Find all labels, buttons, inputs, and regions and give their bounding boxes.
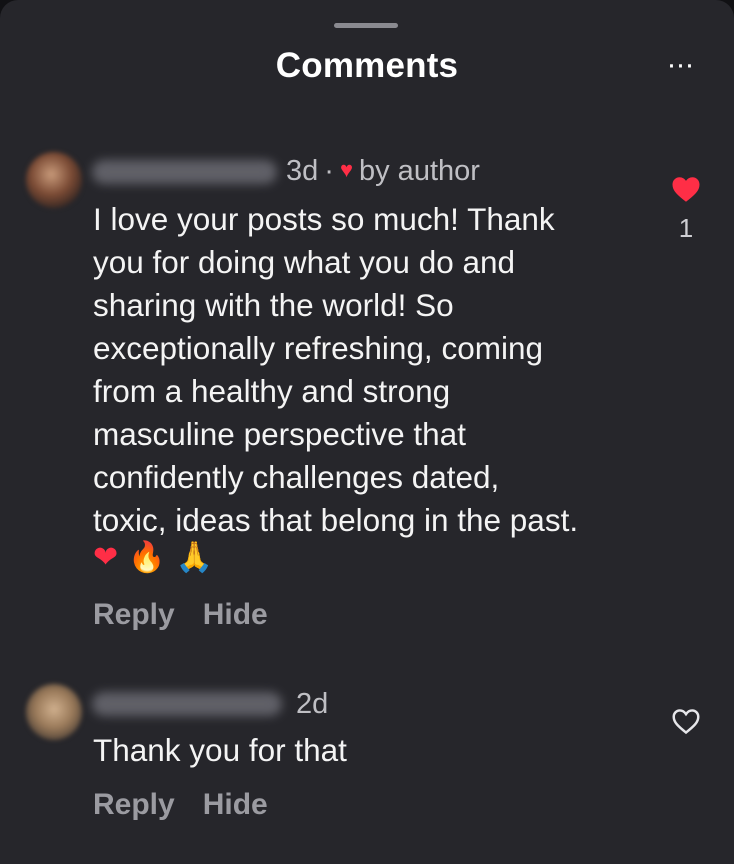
- comment-text: Thank you for that: [93, 729, 347, 772]
- hide-button[interactable]: Hide: [203, 788, 268, 821]
- avatar[interactable]: [26, 152, 82, 208]
- comment-text-line: exceptionally refreshing, coming: [93, 330, 543, 366]
- timestamp: 3d: [286, 155, 319, 187]
- heart-outline-icon[interactable]: [671, 708, 701, 735]
- comment-text-line: I love your posts so much! Thank: [93, 201, 555, 237]
- more-options-icon[interactable]: ···: [660, 50, 700, 90]
- comment-meta: 2d: [296, 688, 328, 721]
- comment-text-line: you for doing what you do and: [93, 244, 516, 280]
- folded-hands-emoji: 🙏: [175, 541, 223, 574]
- comment-text-line: Thank you for that: [93, 732, 347, 768]
- like-count: 1: [678, 213, 694, 243]
- liked-by-author-label: by author: [359, 155, 480, 187]
- comment-text-line: toxic, ideas that belong in the past.: [93, 502, 579, 538]
- comment-text-line: confidently challenges dated,: [93, 459, 500, 495]
- meta-separator: ·: [324, 155, 334, 187]
- comment-actions: Reply Hide: [93, 598, 268, 632]
- comment-text-line: masculine perspective that: [93, 416, 466, 452]
- fire-emoji: 🔥: [128, 541, 176, 574]
- emoji-row: ❤🔥🙏: [93, 540, 223, 575]
- heart-filled-icon[interactable]: [671, 176, 701, 203]
- comment-text-line: sharing with the world! So: [93, 287, 454, 323]
- comment-text: I love your posts so much! Thank you for…: [93, 198, 578, 542]
- avatar[interactable]: [26, 684, 82, 740]
- comment-meta: 3d · ♥ by author: [286, 155, 480, 188]
- hide-button[interactable]: Hide: [203, 598, 268, 631]
- comments-sheet: Comments ··· 3d · ♥ by author I love your p…: [0, 0, 734, 864]
- heart-icon: ♥: [339, 157, 353, 182]
- username-blurred[interactable]: [92, 692, 282, 716]
- like-control: 1: [666, 176, 706, 244]
- like-control: [666, 708, 706, 735]
- red-heart-emoji: ❤: [93, 541, 129, 574]
- sheet-drag-handle[interactable]: [334, 23, 398, 28]
- reply-button[interactable]: Reply: [93, 598, 175, 631]
- page-title: Comments: [275, 46, 459, 85]
- comment-actions: Reply Hide: [93, 788, 268, 822]
- username-blurred[interactable]: [92, 160, 277, 184]
- timestamp: 2d: [296, 688, 329, 720]
- comment-text-line: from a healthy and strong: [93, 373, 451, 409]
- reply-button[interactable]: Reply: [93, 788, 175, 821]
